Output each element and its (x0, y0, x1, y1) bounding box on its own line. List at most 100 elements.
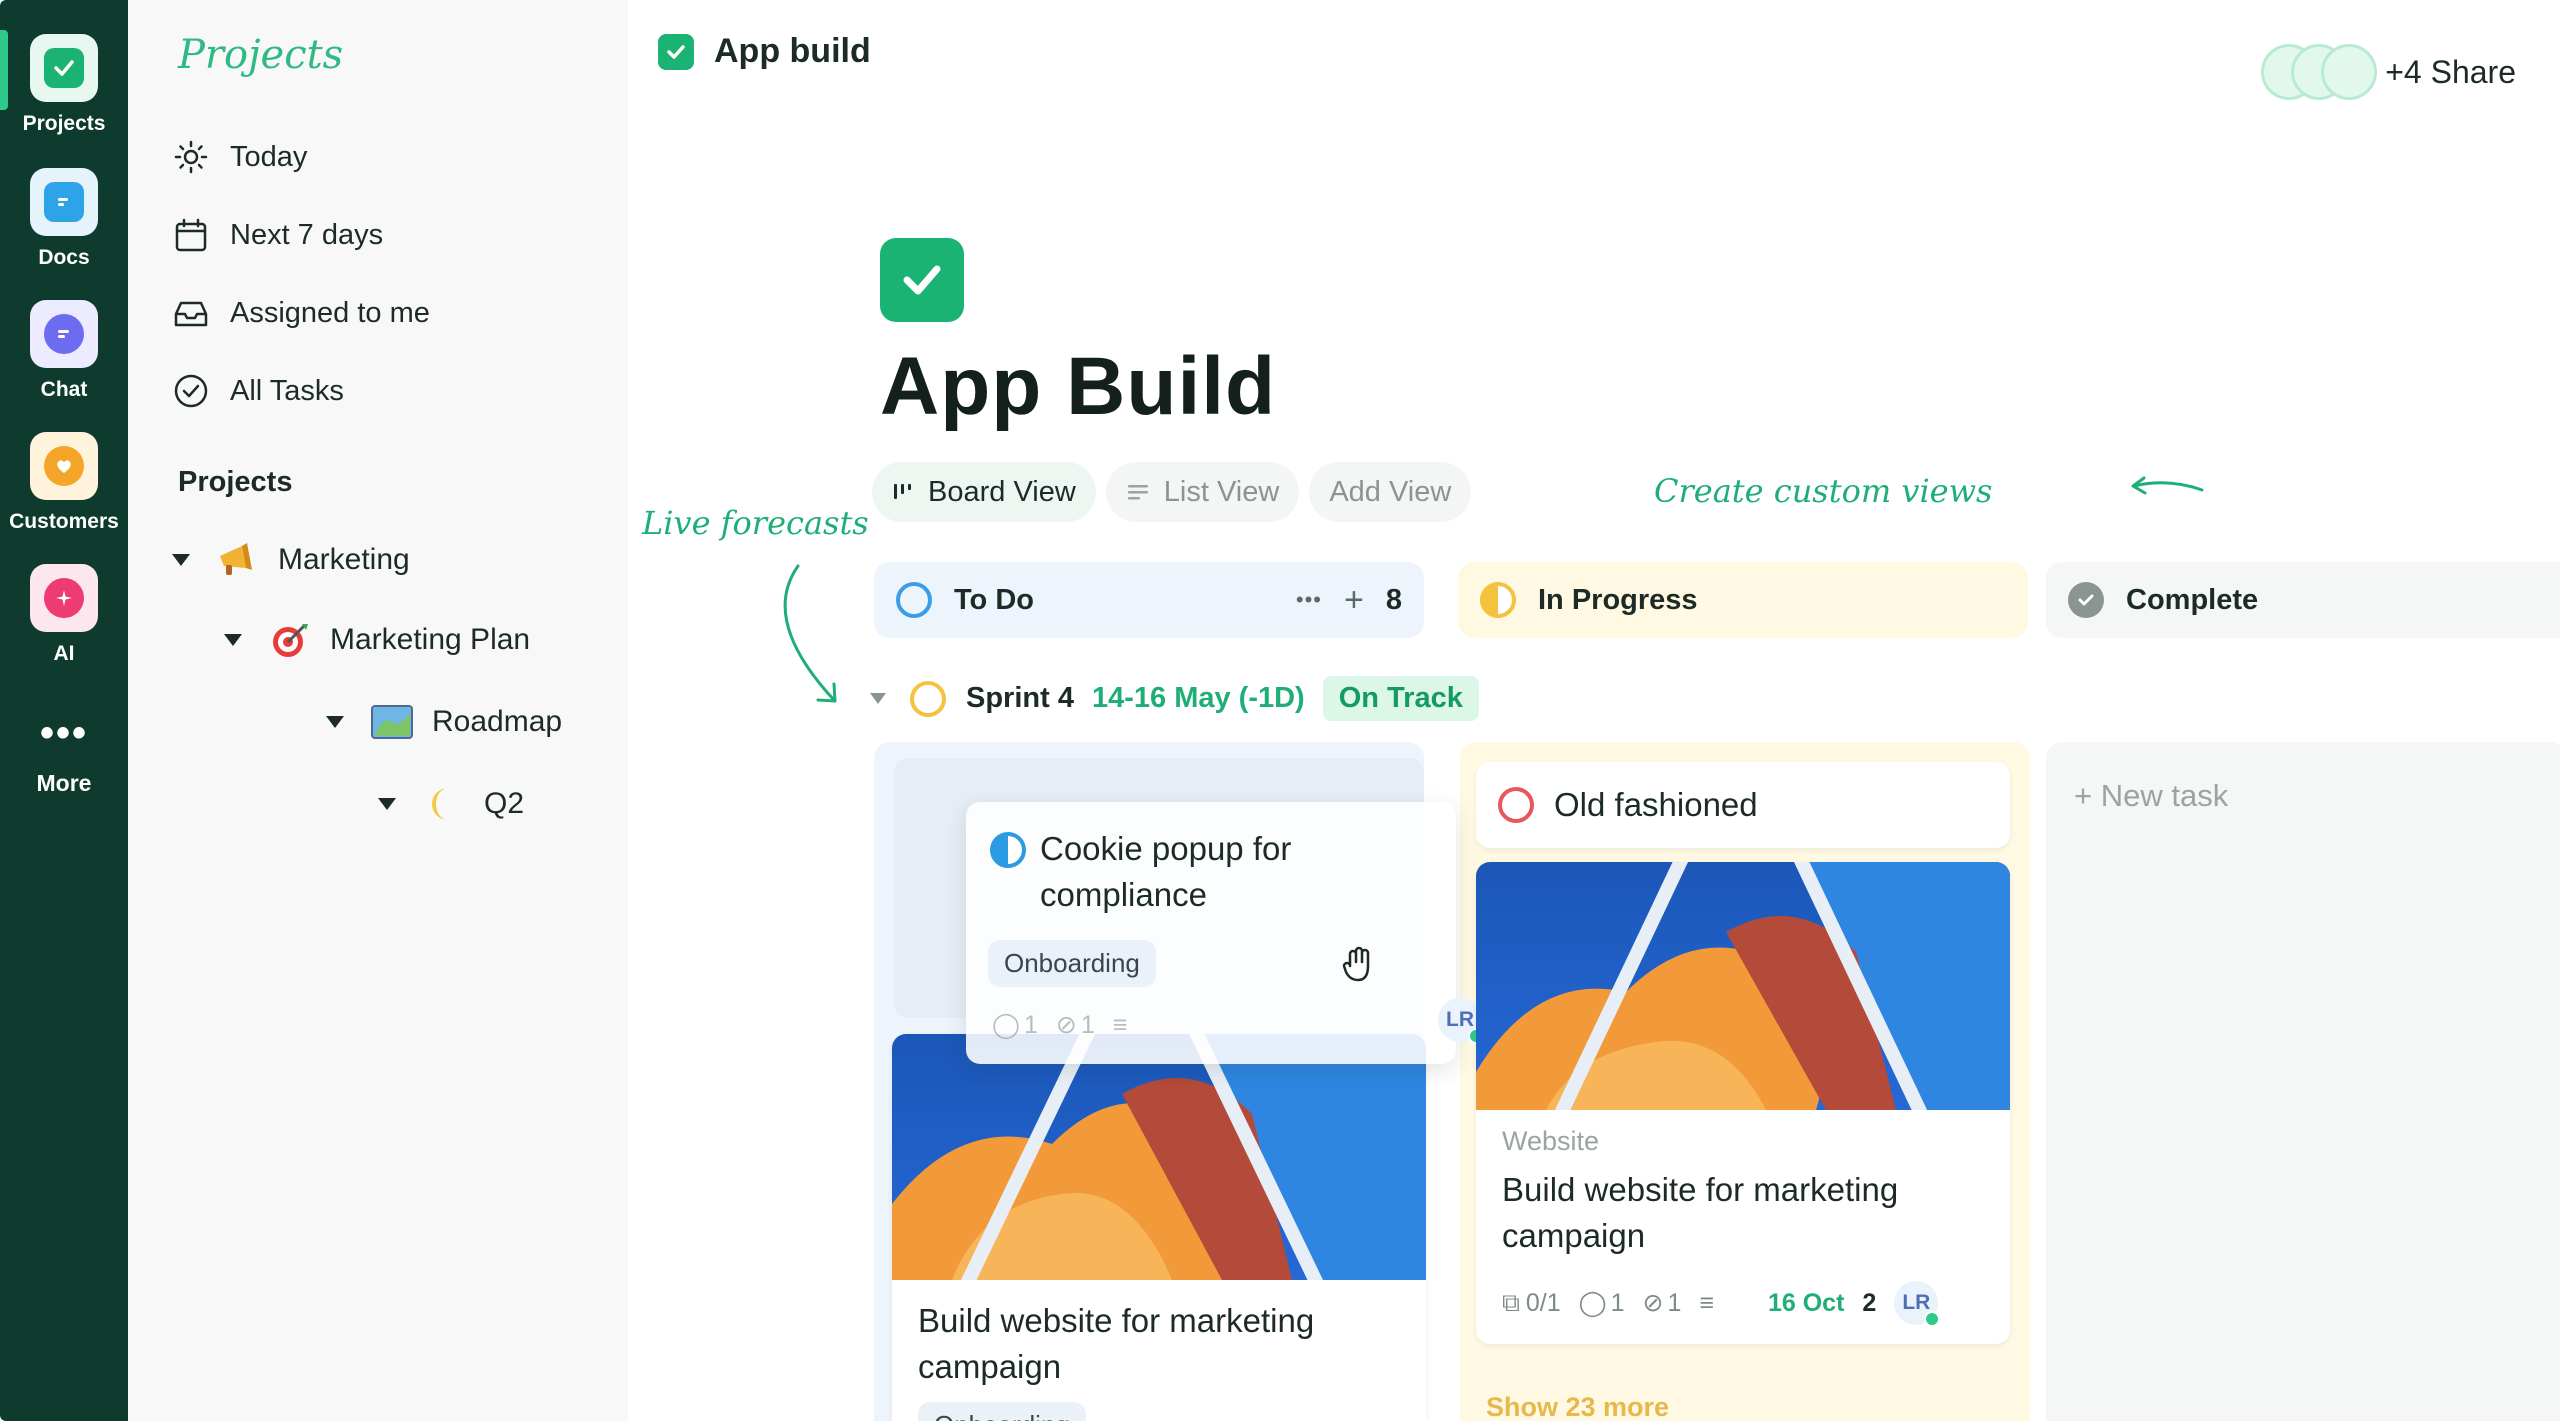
tree-item-marketing-plan[interactable]: Marketing Plan (224, 620, 530, 660)
nav-label: Assigned to me (230, 296, 430, 329)
rail-item-projects[interactable]: Projects (0, 34, 128, 136)
column-header-complete[interactable]: Complete (2046, 562, 2560, 638)
check-icon (658, 33, 694, 70)
card-heading: Cookie popup for compliance (966, 802, 1456, 918)
column-label: To Do (954, 583, 1034, 616)
rail-item-ai[interactable]: AI (0, 564, 128, 666)
grab-hand-icon (1342, 946, 1370, 982)
moon-icon (422, 784, 466, 824)
tree-item-roadmap[interactable]: Roadmap (326, 702, 562, 742)
card-tag: Onboarding (988, 940, 1156, 987)
column-header-todo[interactable]: To Do ••• + 8 (874, 562, 1424, 638)
tab-board-view[interactable]: Board View (872, 462, 1096, 522)
task-card[interactable]: Build website for marketing campaign Onb… (892, 1034, 1426, 1421)
column-header-in-progress[interactable]: In Progress (1458, 562, 2028, 638)
comment-icon: ◯ (1578, 1289, 1607, 1317)
share-label: +4 Share (2385, 53, 2516, 90)
tab-label: Add View (1329, 475, 1452, 508)
rail-label: Docs (38, 246, 90, 269)
nav-next-7-days[interactable]: Next 7 days (172, 216, 383, 254)
column-label: Complete (2126, 583, 2259, 616)
projects-icon (30, 34, 98, 102)
in-progress-status-icon (1480, 582, 1516, 618)
card-title: Old fashioned (1554, 786, 1758, 823)
task-card[interactable]: Website Build website for marketing camp… (1476, 862, 2010, 1344)
in-progress-status-icon (990, 832, 1026, 868)
attachment-icon: ⊘ (1642, 1289, 1664, 1317)
project-sidebar: Projects Today Next 7 days Assigned to m… (128, 0, 628, 1421)
avatar[interactable]: LR (1894, 1281, 1941, 1327)
tab-list-view[interactable]: List View (1105, 462, 1300, 522)
avatar (2321, 44, 2378, 100)
project-check-icon (880, 238, 964, 322)
complete-status-icon (2068, 582, 2104, 618)
task-card[interactable]: Old fashioned (1476, 762, 2010, 848)
nav-label: Next 7 days (230, 218, 384, 251)
tab-label: List View (1163, 475, 1280, 508)
add-task-icon[interactable]: + (1344, 581, 1364, 620)
chevron-down-icon[interactable] (326, 716, 344, 728)
inbox-icon (174, 301, 208, 327)
rail-item-chat[interactable]: Chat (0, 300, 128, 402)
map-icon (370, 702, 414, 742)
tree-item-marketing[interactable]: Marketing (172, 540, 410, 580)
comment-icon: ◯ (992, 1011, 1020, 1039)
card-tag: Onboarding (918, 1402, 1086, 1421)
more-icon: ••• (39, 711, 88, 755)
arrow-left-icon (2131, 476, 2204, 495)
arrow-down-icon (783, 564, 837, 703)
rail-label: Chat (40, 378, 88, 401)
column-label: In Progress (1538, 583, 1698, 616)
status-badge: On Track (1322, 676, 1479, 721)
task-count: 8 (1385, 583, 1402, 616)
header-title-text: App build (714, 32, 871, 70)
share-button[interactable]: +4 Share (2261, 44, 2516, 100)
tab-label: Board View (928, 475, 1076, 508)
nav-all-tasks[interactable]: All Tasks (172, 372, 344, 410)
list-icon (1127, 485, 1148, 500)
sidebar-title: Projects (178, 32, 344, 78)
tree-label: Marketing Plan (330, 623, 531, 656)
nav-today[interactable]: Today (172, 138, 307, 176)
rail-label: AI (53, 642, 75, 665)
avatar-stack (2261, 44, 2378, 100)
page-title: App Build (880, 341, 1277, 432)
card-title: Cookie popup for compliance (1040, 830, 1292, 913)
sun-icon (174, 140, 208, 174)
target-icon (268, 620, 312, 660)
rail-item-customers[interactable]: Customers (0, 432, 128, 534)
add-view-button[interactable]: Add View (1309, 462, 1472, 522)
tree-item-q2[interactable]: Q2 (378, 784, 524, 824)
chevron-down-icon[interactable] (172, 554, 190, 566)
comment-count: 1 (1610, 1288, 1625, 1317)
sprint-row[interactable]: Sprint 4 14-16 May (-1D) On Track (870, 676, 1479, 721)
priority-badge: 2 (1862, 1288, 1877, 1317)
subtask-icon: ⧉ (1502, 1288, 1520, 1317)
chevron-down-icon[interactable] (870, 693, 886, 704)
dragging-task-card[interactable]: Cookie popup for compliance Onboarding ◯… (966, 802, 1456, 1064)
new-task-button[interactable]: + New task (2074, 778, 2228, 814)
rail-item-more[interactable]: ••• More (0, 711, 128, 797)
lane-complete: + New task (2046, 742, 2560, 1421)
show-more-link[interactable]: Show 23 more (1486, 1392, 1669, 1421)
comment-count: 1 (1023, 1010, 1038, 1039)
sprint-status-icon (910, 680, 946, 717)
rail-item-docs[interactable]: Docs (0, 168, 128, 270)
sidebar-section-title: Projects (178, 466, 293, 498)
subtask-count: 0/1 (1525, 1288, 1561, 1317)
card-cover-image (1476, 862, 2010, 1110)
chevron-down-icon[interactable] (378, 798, 396, 810)
todo-status-icon (896, 582, 932, 618)
todo-status-icon (1498, 787, 1534, 823)
more-options-icon[interactable]: ••• (1296, 587, 1322, 613)
view-switcher: Board View List View Add View (872, 462, 1481, 522)
card-category: Website (1502, 1126, 1600, 1156)
megaphone-icon (216, 540, 260, 580)
tree-label: Marketing (278, 543, 410, 576)
due-date: 16 Oct (1767, 1288, 1845, 1317)
doc-icon (30, 168, 98, 236)
attachment-icon: ⊘ (1055, 1011, 1077, 1039)
app-rail: Projects Docs Chat Customers AI ••• More (0, 0, 128, 1421)
chevron-down-icon[interactable] (224, 634, 242, 646)
nav-assigned-to-me[interactable]: Assigned to me (172, 294, 430, 332)
